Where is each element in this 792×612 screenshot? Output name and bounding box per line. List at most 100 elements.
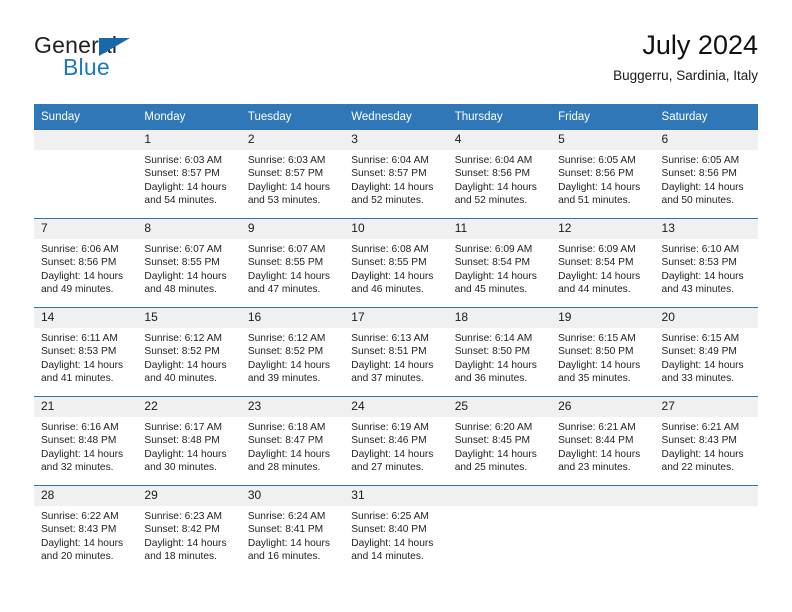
- day-detail-line: Sunset: 8:56 PM: [454, 168, 531, 180]
- calendar-day-cell[interactable]: 27 Sunrise: 6:21 AM Sunset: 8:43 PM Dayligh…: [654, 396, 758, 486]
- day-detail-line: Sunset: 8:49 PM: [661, 346, 737, 358]
- day-detail-line: Daylight: 14 hours: [351, 359, 434, 371]
- day-detail-line: Sunrise: 6:23 AM: [144, 511, 223, 522]
- calendar-day-cell[interactable]: 25 Sunrise: 6:20 AM Sunset: 8:45 PM Dayligh…: [447, 396, 552, 486]
- calendar-day-cell[interactable]: 19 Sunrise: 6:15 AM Sunset: 8:50 PM Dayligh…: [551, 307, 655, 397]
- calendar-day-cell[interactable]: 5 Sunrise: 6:05 AM Sunset: 8:56 PM Daylight…: [551, 129, 655, 219]
- day-detail-line: Sunrise: 6:07 AM: [144, 244, 223, 255]
- day-detail-line: and 41 minutes.: [41, 373, 114, 385]
- calendar-week-row: 21 Sunrise: 6:16 AM Sunset: 8:48 PM Dayligh…: [34, 396, 758, 486]
- day-detail-line: and 14 minutes.: [351, 551, 424, 563]
- calendar-day-cell[interactable]: 18 Sunrise: 6:14 AM Sunset: 8:50 PM Dayligh…: [447, 307, 552, 397]
- day-detail-line: Daylight: 14 hours: [661, 448, 744, 460]
- day-details: Sunrise: 6:03 AM Sunset: 8:57 PM Daylight:…: [241, 150, 344, 208]
- day-detail-line: and 44 minutes.: [558, 284, 631, 296]
- calendar-day-cell[interactable]: 26 Sunrise: 6:21 AM Sunset: 8:44 PM Dayligh…: [551, 396, 655, 486]
- day-detail-line: and 40 minutes.: [144, 373, 217, 385]
- calendar-week-row: 14 Sunrise: 6:11 AM Sunset: 8:53 PM Dayligh…: [34, 307, 758, 397]
- day-detail-line: and 48 minutes.: [144, 284, 217, 296]
- day-detail-line: Sunrise: 6:15 AM: [558, 333, 636, 344]
- day-details: Sunrise: 6:10 AM Sunset: 8:53 PM Daylight:…: [655, 239, 758, 297]
- calendar-day-cell[interactable]: 23 Sunrise: 6:18 AM Sunset: 8:47 PM Dayligh…: [240, 396, 345, 486]
- day-detail-line: Sunrise: 6:19 AM: [351, 422, 429, 433]
- day-detail-line: and 35 minutes.: [558, 373, 631, 385]
- calendar-day-cell[interactable]: 1 Sunrise: 6:03 AM Sunset: 8:57 PM Daylight…: [137, 129, 241, 219]
- calendar-day-cell[interactable]: 11 Sunrise: 6:09 AM Sunset: 8:54 PM Dayligh…: [447, 218, 552, 308]
- weekday-header-sunday: Sunday: [34, 104, 138, 130]
- day-details: Sunrise: 6:25 AM Sunset: 8:40 PM Daylight:…: [344, 506, 447, 564]
- day-number: [34, 130, 138, 150]
- calendar-day-cell[interactable]: 15 Sunrise: 6:12 AM Sunset: 8:52 PM Dayligh…: [137, 307, 241, 397]
- calendar-day-cell[interactable]: 31 Sunrise: 6:25 AM Sunset: 8:40 PM Dayligh…: [344, 485, 448, 574]
- day-detail-line: and 22 minutes.: [661, 462, 735, 474]
- calendar-day-cell[interactable]: 16 Sunrise: 6:12 AM Sunset: 8:52 PM Dayligh…: [240, 307, 345, 397]
- day-detail-line: Daylight: 14 hours: [661, 359, 744, 371]
- day-detail-line: Daylight: 14 hours: [351, 270, 434, 282]
- day-detail-line: and 23 minutes.: [558, 462, 631, 474]
- day-detail-line: Sunset: 8:52 PM: [144, 346, 220, 358]
- calendar-day-cell[interactable]: 13 Sunrise: 6:10 AM Sunset: 8:53 PM Dayligh…: [654, 218, 758, 308]
- day-detail-line: Daylight: 14 hours: [558, 181, 641, 193]
- calendar-day-cell[interactable]: 30 Sunrise: 6:24 AM Sunset: 8:41 PM Dayligh…: [240, 485, 345, 574]
- day-details: Sunrise: 6:21 AM Sunset: 8:43 PM Daylight:…: [655, 417, 758, 475]
- calendar-day-cell[interactable]: 14 Sunrise: 6:11 AM Sunset: 8:53 PM Dayligh…: [34, 307, 138, 397]
- day-detail-line: and 47 minutes.: [247, 284, 321, 296]
- day-details: Sunrise: 6:09 AM Sunset: 8:54 PM Daylight:…: [551, 239, 654, 297]
- calendar-day-cell[interactable]: 6 Sunrise: 6:05 AM Sunset: 8:56 PM Daylight…: [654, 129, 758, 219]
- day-detail-line: Sunrise: 6:18 AM: [247, 422, 326, 433]
- calendar-day-cell-empty: [447, 485, 552, 574]
- day-number: 23: [240, 397, 345, 417]
- day-detail-line: Daylight: 14 hours: [351, 448, 434, 460]
- calendar-day-cell[interactable]: 22 Sunrise: 6:17 AM Sunset: 8:48 PM Dayligh…: [137, 396, 241, 486]
- calendar-day-cell[interactable]: 7 Sunrise: 6:06 AM Sunset: 8:56 PM Daylight…: [34, 218, 138, 308]
- day-detail-line: Daylight: 14 hours: [454, 181, 537, 193]
- day-detail-line: Sunset: 8:43 PM: [661, 435, 737, 447]
- day-detail-line: and 50 minutes.: [661, 195, 735, 207]
- day-detail-line: and 52 minutes.: [454, 195, 528, 207]
- calendar-day-cell[interactable]: 3 Sunrise: 6:04 AM Sunset: 8:57 PM Daylight…: [344, 129, 448, 219]
- calendar-day-cell[interactable]: 10 Sunrise: 6:08 AM Sunset: 8:55 PM Dayligh…: [344, 218, 448, 308]
- day-detail-line: Sunset: 8:53 PM: [661, 257, 737, 269]
- day-detail-line: Sunset: 8:54 PM: [454, 257, 531, 269]
- brand-logo[interactable]: General Blue: [34, 32, 264, 88]
- day-detail-line: Sunset: 8:45 PM: [454, 435, 531, 447]
- day-details: Sunrise: 6:17 AM Sunset: 8:48 PM Daylight:…: [137, 417, 240, 475]
- day-number: 12: [551, 219, 655, 239]
- day-detail-line: Sunset: 8:55 PM: [247, 257, 324, 269]
- day-detail-line: Sunrise: 6:25 AM: [351, 511, 429, 522]
- day-detail-line: Sunrise: 6:11 AM: [41, 333, 118, 344]
- calendar-day-cell[interactable]: 28 Sunrise: 6:22 AM Sunset: 8:43 PM Dayligh…: [34, 485, 138, 574]
- calendar-day-cell[interactable]: 29 Sunrise: 6:23 AM Sunset: 8:42 PM Dayligh…: [137, 485, 241, 574]
- calendar-day-cell[interactable]: 9 Sunrise: 6:07 AM Sunset: 8:55 PM Daylight…: [240, 218, 345, 308]
- day-detail-line: Daylight: 14 hours: [558, 359, 641, 371]
- calendar-day-cell[interactable]: 8 Sunrise: 6:07 AM Sunset: 8:55 PM Daylight…: [137, 218, 241, 308]
- calendar-day-cell[interactable]: 4 Sunrise: 6:04 AM Sunset: 8:56 PM Daylight…: [447, 129, 552, 219]
- day-detail-line: and 37 minutes.: [351, 373, 424, 385]
- day-detail-line: Sunrise: 6:03 AM: [144, 155, 223, 166]
- day-detail-line: and 49 minutes.: [41, 284, 114, 296]
- day-detail-line: Sunrise: 6:05 AM: [661, 155, 740, 166]
- day-detail-line: and 28 minutes.: [247, 462, 321, 474]
- day-details: Sunrise: 6:21 AM Sunset: 8:44 PM Daylight:…: [551, 417, 654, 475]
- day-detail-line: Sunset: 8:52 PM: [247, 346, 324, 358]
- day-detail-line: Sunset: 8:47 PM: [247, 435, 324, 447]
- day-details: Sunrise: 6:16 AM Sunset: 8:48 PM Daylight:…: [34, 417, 137, 475]
- day-details: Sunrise: 6:15 AM Sunset: 8:50 PM Daylight:…: [551, 328, 654, 386]
- day-number: 4: [447, 130, 552, 150]
- day-details: Sunrise: 6:11 AM Sunset: 8:53 PM Daylight:…: [34, 328, 137, 386]
- page-header: General Blue July 2024 Buggerru, Sardini…: [34, 28, 758, 94]
- day-detail-line: Sunrise: 6:15 AM: [661, 333, 740, 344]
- day-number: 27: [654, 397, 758, 417]
- calendar-day-cell[interactable]: 21 Sunrise: 6:16 AM Sunset: 8:48 PM Dayligh…: [34, 396, 138, 486]
- day-details: Sunrise: 6:19 AM Sunset: 8:46 PM Daylight:…: [344, 417, 447, 475]
- day-number: 1: [137, 130, 241, 150]
- day-details: Sunrise: 6:24 AM Sunset: 8:41 PM Daylight:…: [241, 506, 344, 564]
- day-detail-line: Sunset: 8:53 PM: [41, 346, 117, 358]
- calendar-day-cell[interactable]: 17 Sunrise: 6:13 AM Sunset: 8:51 PM Dayligh…: [344, 307, 448, 397]
- calendar-day-cell[interactable]: 2 Sunrise: 6:03 AM Sunset: 8:57 PM Daylight…: [240, 129, 345, 219]
- calendar-day-cell[interactable]: 20 Sunrise: 6:15 AM Sunset: 8:49 PM Dayligh…: [654, 307, 758, 397]
- calendar-day-cell[interactable]: 24 Sunrise: 6:19 AM Sunset: 8:46 PM Dayligh…: [344, 396, 448, 486]
- day-number: 25: [447, 397, 552, 417]
- day-detail-line: Daylight: 14 hours: [144, 270, 227, 282]
- calendar-day-cell[interactable]: 12 Sunrise: 6:09 AM Sunset: 8:54 PM Dayligh…: [551, 218, 655, 308]
